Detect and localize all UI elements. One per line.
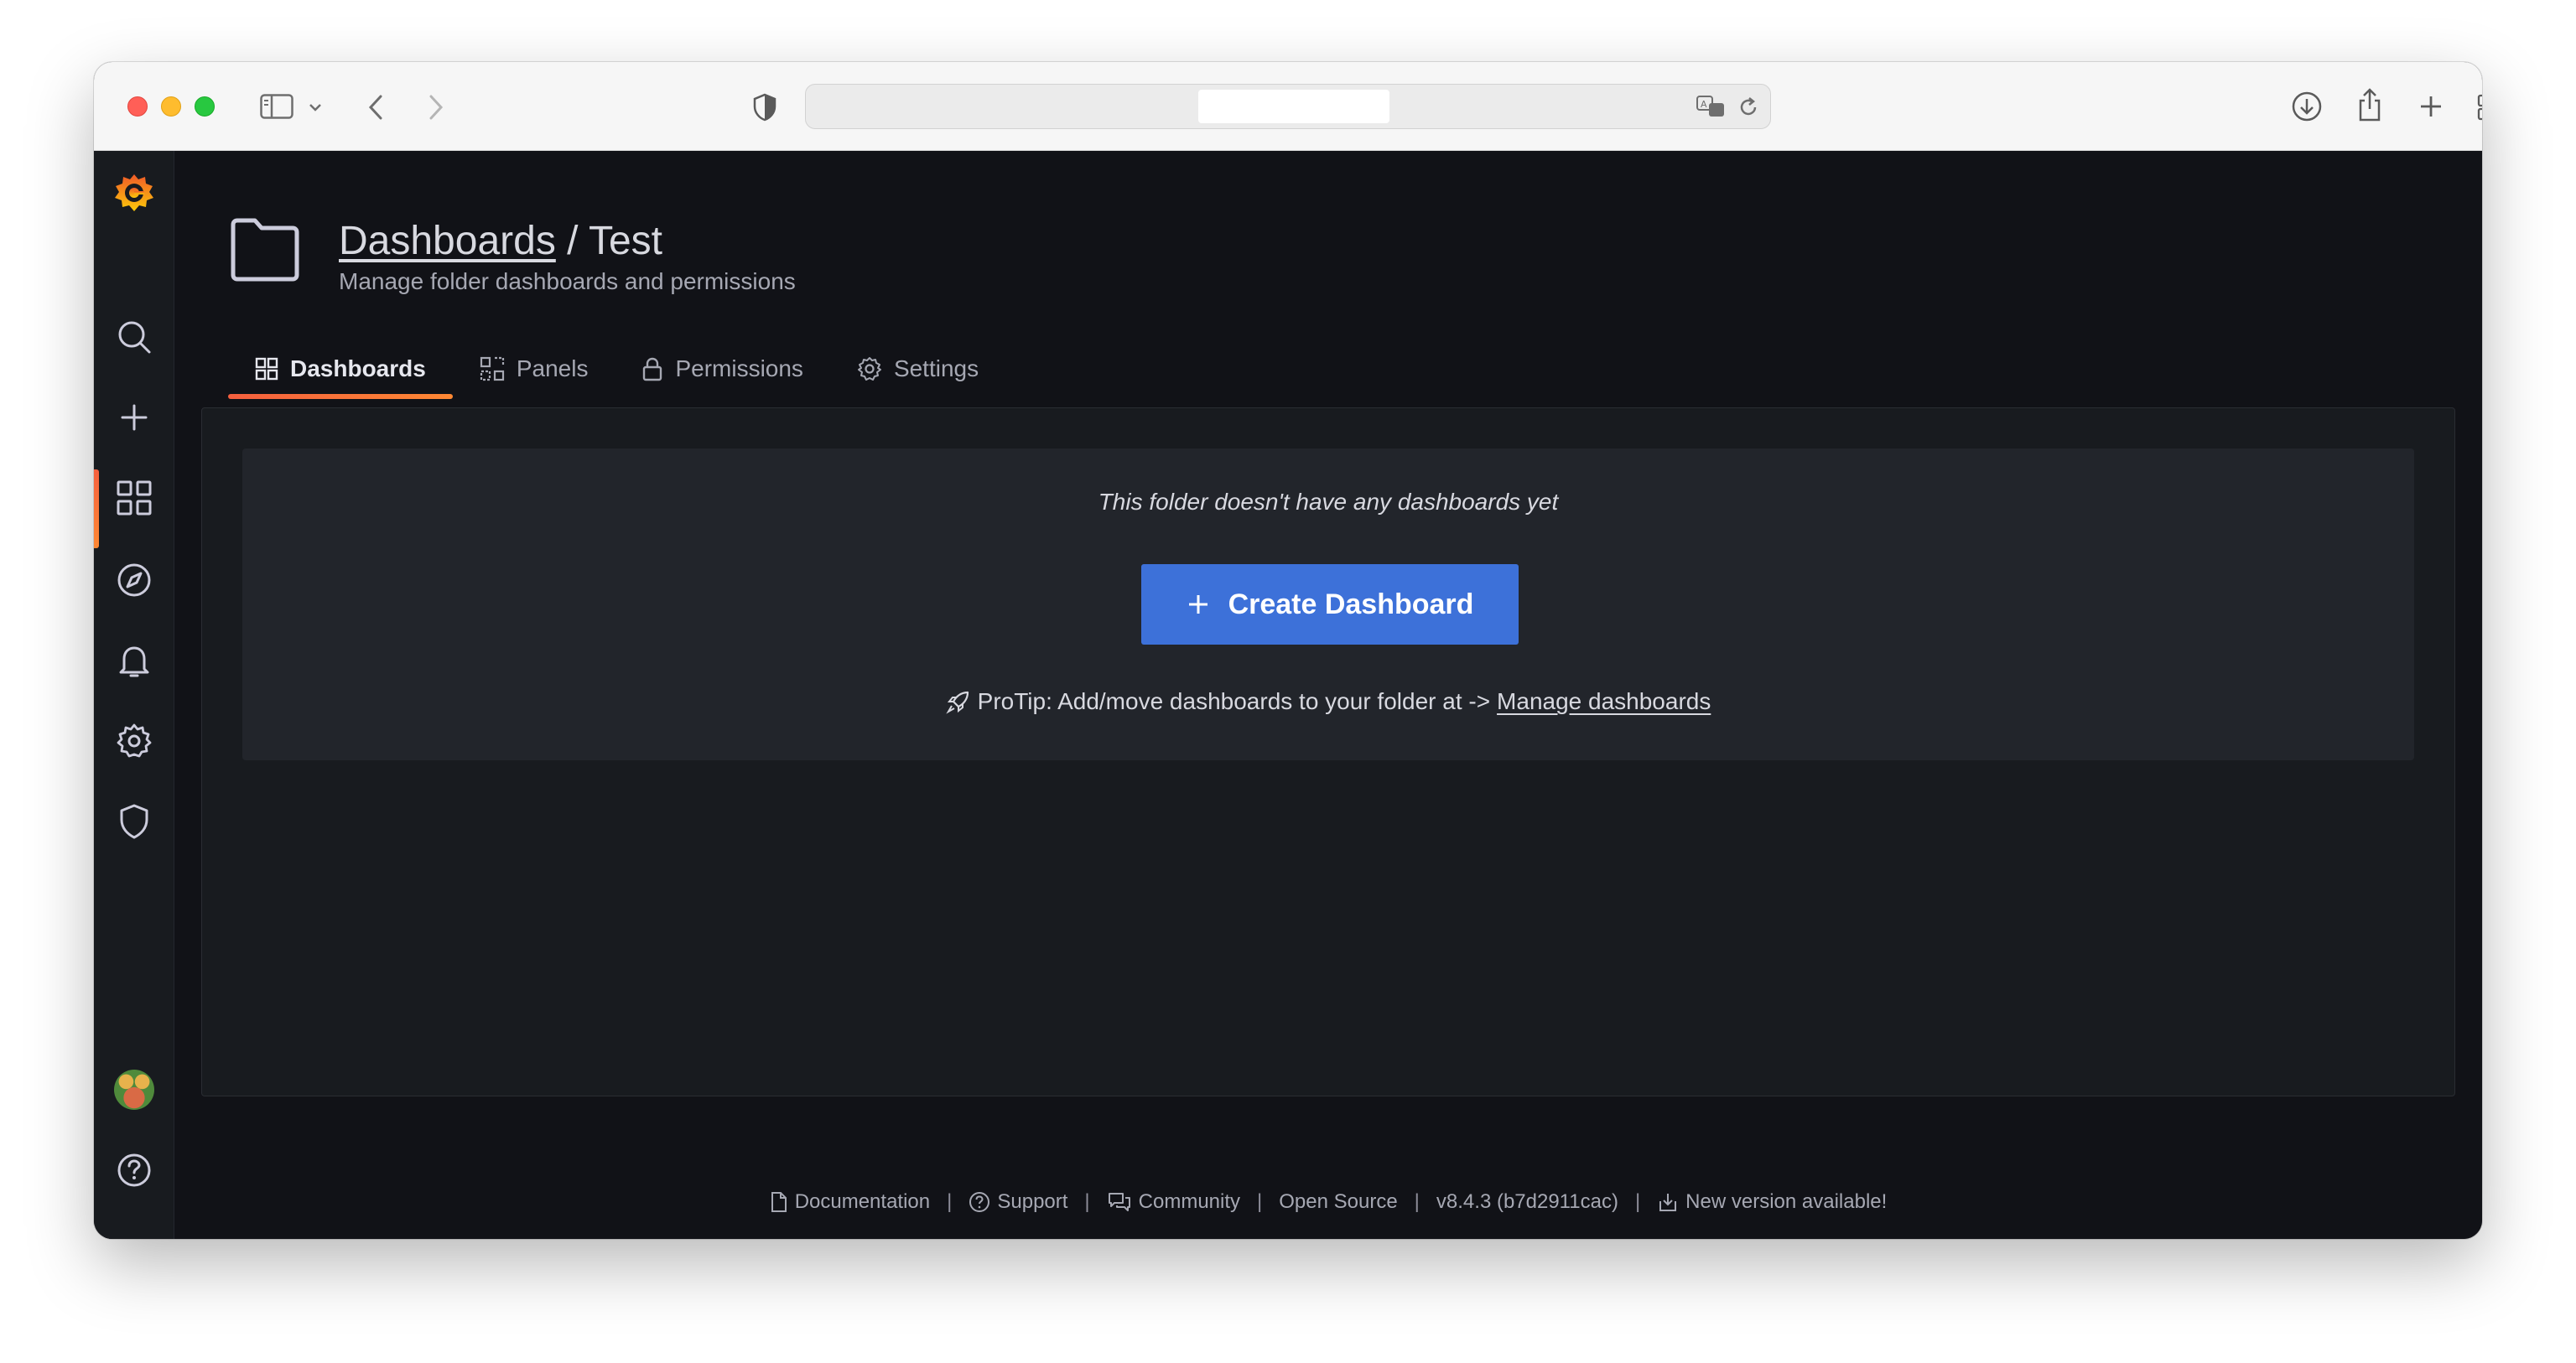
gear-icon [857,357,881,381]
footer-version: v8.4.3 (b7d2911cac) [1436,1190,1618,1214]
create-dashboard-label: Create Dashboard [1228,588,1474,620]
plus-icon[interactable] [94,387,174,448]
share-icon[interactable] [2353,86,2386,124]
tab-label: Permissions [675,355,803,381]
rocket-icon [945,691,969,714]
folder-name: Test [588,219,662,263]
footer-new-version-label: New version available! [1685,1190,1888,1213]
folder-tabs: Dashboards Panels Permissions Settings [228,344,1005,399]
reload-icon[interactable] [1737,95,1760,120]
url-text [1198,90,1389,123]
footer-separator: | [1414,1190,1420,1213]
gear-icon[interactable] [94,711,174,771]
chevron-down-icon[interactable] [307,99,324,116]
empty-state-message: This folder doesn't have any dashboards … [1098,489,1559,515]
manage-dashboards-link[interactable]: Manage dashboards [1497,688,1711,715]
footer-support-link[interactable]: Support [969,1190,1067,1214]
grafana-app: Dashboards / Test Manage folder dashboar… [94,151,2482,1239]
tab-label: Panels [516,355,589,381]
back-icon[interactable] [361,91,391,124]
document-icon [771,1192,787,1212]
folder-icon [228,216,302,288]
question-icon[interactable] [94,1140,174,1200]
page-subtitle: Manage folder dashboards and permissions [339,268,796,294]
privacy-shield-icon[interactable] [748,91,782,124]
footer-community-link[interactable]: Community [1107,1190,1240,1214]
footer-documentation-label: Documentation [794,1190,931,1213]
browser-window: A Dashboards / Test Manage folder dashbo… [94,62,2482,1239]
footer-separator: | [1257,1190,1263,1213]
comments-icon [1108,1193,1130,1211]
tab-overview-icon[interactable] [2474,91,2482,124]
footer-separator: | [1084,1190,1090,1213]
downloads-icon[interactable] [2289,89,2324,124]
tab-label: Settings [893,355,979,381]
compass-icon[interactable] [94,550,174,610]
tab-permissions[interactable]: Permissions [615,344,829,394]
page-title: Dashboards / Test [339,216,662,267]
footer-community-label: Community [1138,1190,1241,1213]
browser-toolbar: A [94,62,2482,151]
create-dashboard-button[interactable]: Create Dashboard [1141,564,1519,645]
footer-new-version-link[interactable]: New version available! [1657,1190,1887,1214]
svg-text:A: A [1701,99,1707,110]
grid-icon [255,357,278,381]
footer-version-label: v8.4.3 (b7d2911cac) [1436,1190,1618,1213]
tab-panels[interactable]: Panels [453,344,615,394]
sidebar-toggle-icon[interactable] [258,92,295,121]
protip-text: ProTip: Add/move dashboards to your fold… [977,688,1491,714]
footer: Documentation | Support | Community | Op… [174,1190,2482,1214]
new-tab-icon[interactable] [2415,91,2447,122]
avatar [114,1070,154,1110]
panels-icon [480,356,504,381]
translate-icon[interactable]: A [1695,93,1728,120]
breadcrumb-separator: / [555,219,589,263]
footer-documentation-link[interactable]: Documentation [770,1190,930,1214]
question-icon [969,1192,990,1212]
forward-icon[interactable] [421,91,451,124]
protip: ProTip: Add/move dashboards to your fold… [242,688,2414,715]
side-menu [94,151,174,1239]
footer-open-source-link[interactable]: Open Source [1279,1190,1397,1214]
address-bar[interactable]: A [805,84,1771,129]
close-window-button[interactable] [127,96,148,117]
grid-icon[interactable] [94,468,174,548]
tab-settings[interactable]: Settings [830,344,1005,394]
minimize-window-button[interactable] [161,96,181,117]
download-icon [1659,1194,1677,1211]
lock-icon [643,357,662,381]
plus-icon [1188,595,1208,614]
empty-list-cta: This folder doesn't have any dashboards … [242,448,2414,760]
footer-open-source-label: Open Source [1279,1190,1398,1213]
footer-separator: | [1634,1190,1641,1213]
profile-avatar[interactable] [94,1060,174,1120]
tab-label: Dashboards [290,355,426,381]
zoom-window-button[interactable] [195,96,215,117]
bell-icon[interactable] [94,630,174,691]
grafana-logo-icon[interactable] [94,164,174,225]
shield-icon[interactable] [94,791,174,852]
breadcrumb-dashboards-link[interactable]: Dashboards [339,219,556,263]
footer-support-label: Support [997,1190,1068,1213]
footer-separator: | [947,1190,953,1213]
tab-dashboards[interactable]: Dashboards [228,344,453,399]
main-content: Dashboards / Test Manage folder dashboar… [174,151,2482,1239]
search-icon[interactable] [94,307,174,367]
folder-content-panel: This folder doesn't have any dashboards … [201,407,2455,1096]
